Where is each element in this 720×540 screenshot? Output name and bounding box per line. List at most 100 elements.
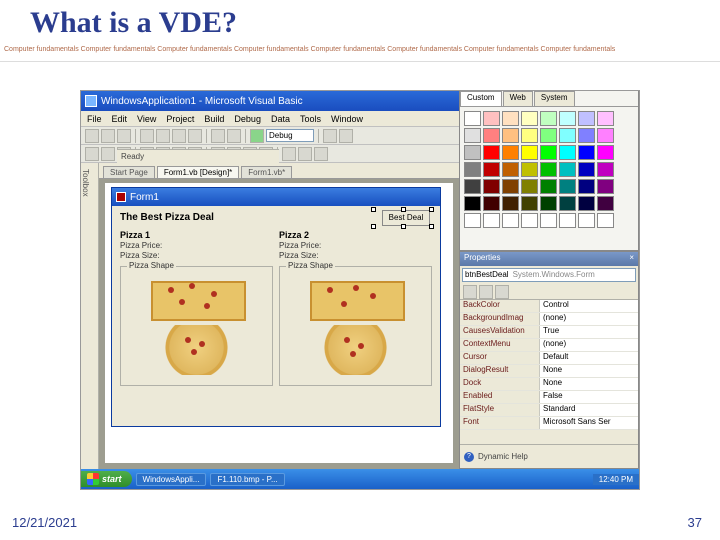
color-swatch[interactable] [464,111,481,126]
menu-build[interactable]: Build [204,114,224,124]
color-swatch[interactable] [464,213,481,228]
property-value[interactable]: None [540,365,638,377]
color-swatch[interactable] [483,145,500,160]
color-swatch[interactable] [521,128,538,143]
color-swatch[interactable] [597,111,614,126]
color-swatch[interactable] [502,128,519,143]
color-swatch[interactable] [464,179,481,194]
start-button[interactable]: start [81,471,132,487]
tab-design[interactable]: Form1.vb [Design]* [157,166,239,178]
color-swatch[interactable] [578,162,595,177]
toolbar-button[interactable] [298,147,312,161]
property-value[interactable]: Default [540,352,638,364]
best-deal-button[interactable]: Best Deal [382,210,430,226]
color-swatch[interactable] [597,196,614,211]
color-swatch[interactable] [559,145,576,160]
property-value[interactable]: Control [540,300,638,312]
color-swatch[interactable] [502,213,519,228]
toolbar-button[interactable] [85,129,99,143]
color-swatch[interactable] [578,213,595,228]
config-combo[interactable]: Debug [266,129,314,142]
property-row[interactable]: DialogResultNone [460,365,638,378]
color-swatch[interactable] [540,145,557,160]
property-row[interactable]: FontMicrosoft Sans Ser [460,417,638,430]
property-row[interactable]: FlatStyleStandard [460,404,638,417]
color-swatch[interactable] [597,145,614,160]
toolbar-button[interactable] [188,129,202,143]
toolbar-button[interactable] [156,129,170,143]
color-swatch[interactable] [559,213,576,228]
color-swatch[interactable] [559,111,576,126]
color-swatch[interactable] [540,128,557,143]
color-swatch[interactable] [597,128,614,143]
property-row[interactable]: EnabledFalse [460,391,638,404]
selection-handle[interactable] [401,207,406,212]
selection-handle[interactable] [401,224,406,229]
property-row[interactable]: ContextMenu(none) [460,339,638,352]
color-tab-custom[interactable]: Custom [460,91,502,106]
toolbar-button[interactable] [172,129,186,143]
menu-debug[interactable]: Debug [234,114,261,124]
color-swatch[interactable] [559,128,576,143]
selection-handle[interactable] [371,207,376,212]
system-tray-clock[interactable]: 12:40 PM [593,474,639,485]
property-value[interactable]: None [540,378,638,390]
toolbar-button[interactable] [211,129,225,143]
selection-handle[interactable] [429,224,434,229]
color-swatch[interactable] [521,213,538,228]
color-swatch[interactable] [483,111,500,126]
property-value[interactable]: Microsoft Sans Ser [540,417,638,429]
menu-view[interactable]: View [137,114,156,124]
color-swatch[interactable] [502,196,519,211]
toolbox-panel[interactable]: Toolbox [81,163,99,469]
color-swatch[interactable] [597,162,614,177]
toolbar-button[interactable] [314,147,328,161]
color-swatch[interactable] [464,196,481,211]
color-swatch[interactable] [502,179,519,194]
color-swatch[interactable] [578,128,595,143]
color-swatch[interactable] [521,145,538,160]
color-swatch[interactable] [540,196,557,211]
color-swatch[interactable] [464,145,481,160]
color-tab-system[interactable]: System [534,91,575,106]
toolbar-button[interactable] [101,129,115,143]
categorized-icon[interactable] [463,285,477,299]
color-swatch[interactable] [559,162,576,177]
color-swatch[interactable] [559,179,576,194]
color-swatch[interactable] [464,162,481,177]
dynamic-help-bar[interactable]: ? Dynamic Help [460,444,638,468]
color-swatch[interactable] [464,128,481,143]
toolbar-button[interactable] [101,147,115,161]
color-swatch[interactable] [559,196,576,211]
property-value[interactable]: (none) [540,313,638,325]
color-swatch[interactable] [540,111,557,126]
toolbar-button[interactable] [282,147,296,161]
menu-window[interactable]: Window [331,114,363,124]
color-swatch[interactable] [578,145,595,160]
color-swatch[interactable] [578,179,595,194]
property-value[interactable]: (none) [540,339,638,351]
color-swatch[interactable] [483,196,500,211]
color-swatch[interactable] [597,213,614,228]
tab-start-page[interactable]: Start Page [103,166,155,178]
color-swatch[interactable] [483,213,500,228]
color-swatch[interactable] [578,196,595,211]
toolbar-button[interactable] [339,129,353,143]
toolbar-button[interactable] [140,129,154,143]
props-pages-icon[interactable] [495,285,509,299]
close-icon[interactable]: × [629,253,634,265]
color-swatch[interactable] [483,128,500,143]
color-swatch[interactable] [578,111,595,126]
color-swatch[interactable] [597,179,614,194]
color-swatch[interactable] [540,162,557,177]
selection-handle[interactable] [371,224,376,229]
color-swatch[interactable] [483,179,500,194]
menu-data[interactable]: Data [271,114,290,124]
run-button[interactable] [250,129,264,143]
property-value[interactable]: False [540,391,638,403]
property-row[interactable]: BackgroundImag(none) [460,313,638,326]
alphabetical-icon[interactable] [479,285,493,299]
menu-file[interactable]: File [87,114,102,124]
property-row[interactable]: BackColorControl [460,300,638,313]
property-value[interactable]: True [540,326,638,338]
